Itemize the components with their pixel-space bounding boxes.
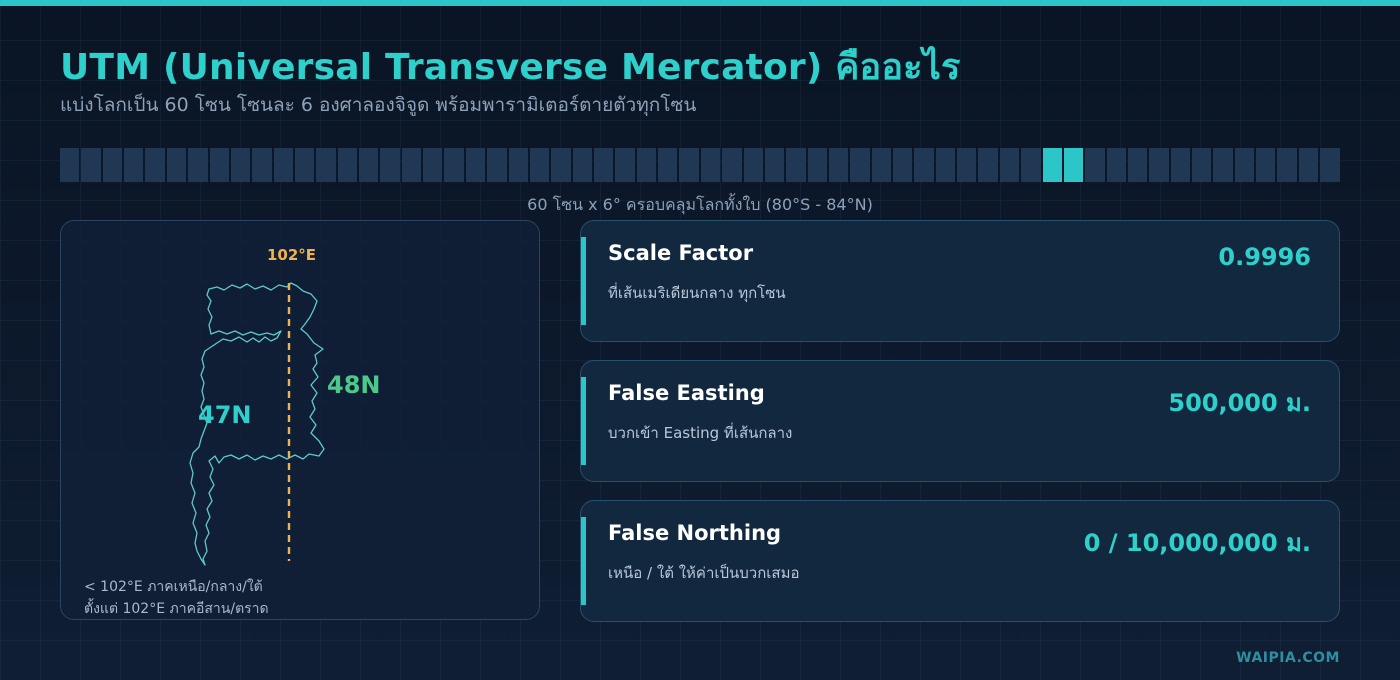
utm-zone-20 [465, 148, 486, 182]
utm-zone-4 [124, 148, 144, 182]
utm-zone-23 [529, 148, 550, 182]
legend-east: ตั้งแต่ 102°E ภาคอีสาน/ตราด [84, 601, 269, 617]
utm-zone-strip [60, 148, 1340, 182]
utm-zone-21 [487, 148, 507, 182]
page-subtitle: แบ่งโลกเป็น 60 โซน โซนละ 6 องศาลองจิจูด … [60, 94, 697, 116]
meridian-label: 102°E [267, 246, 317, 264]
thailand-map-panel: 102°E 47N 48N < 102°E ภาคเหนือ/กลาง/ใต้ … [60, 220, 540, 620]
card-value: 0.9996 [1218, 243, 1311, 271]
legend-west: < 102°E ภาคเหนือ/กลาง/ใต้ [84, 579, 263, 595]
utm-zone-32 [722, 148, 742, 182]
utm-zone-31 [700, 148, 721, 182]
utm-zone-15 [359, 148, 379, 182]
utm-zone-44 [978, 148, 998, 182]
card-title: False Northing [608, 521, 782, 545]
utm-zone-41 [914, 148, 934, 182]
card-false-easting: False Easting บวกเข้า Easting ที่เส้นกลา… [580, 360, 1340, 482]
utm-zone-3 [102, 148, 123, 182]
utm-zone-17 [401, 148, 422, 182]
utm-zone-25 [572, 148, 592, 182]
utm-zone-49 [1085, 148, 1105, 182]
utm-zone-56 [1234, 148, 1255, 182]
utm-zone-51 [1127, 148, 1148, 182]
utm-zone-36 [807, 148, 827, 182]
utm-zone-38 [850, 148, 870, 182]
utm-zone-46 [1021, 148, 1041, 182]
utm-zone-19 [444, 148, 464, 182]
utm-zone-40 [893, 148, 913, 182]
utm-zone-48 [1063, 148, 1084, 182]
card-accent [581, 237, 586, 325]
card-title: Scale Factor [608, 241, 754, 265]
utm-zone-60 [1320, 148, 1340, 182]
card-false-northing: False Northing เหนือ / ใต้ ให้ค่าเป็นบวก… [580, 500, 1340, 622]
utm-zone-37 [828, 148, 849, 182]
utm-zone-6 [166, 148, 187, 182]
brand-watermark: WAIPIA.COM [1236, 650, 1340, 666]
utm-zone-5 [145, 148, 165, 182]
utm-zone-1 [60, 148, 80, 182]
utm-zone-59 [1298, 148, 1319, 182]
utm-zone-47 [1042, 148, 1062, 182]
card-title: False Easting [608, 381, 765, 405]
utm-zone-42 [935, 148, 956, 182]
card-value: 0 / 10,000,000 ม. [1083, 529, 1311, 557]
utm-zone-18 [423, 148, 443, 182]
utm-zone-39 [871, 148, 892, 182]
utm-zone-57 [1256, 148, 1276, 182]
utm-zone-13 [316, 148, 336, 182]
card-description: บวกเข้า Easting ที่เส้นกลาง [608, 424, 793, 442]
utm-zone-2 [81, 148, 101, 182]
utm-zone-10 [252, 148, 272, 182]
zone-47n-label: 47N [198, 401, 252, 429]
card-accent [581, 377, 586, 465]
utm-zone-53 [1170, 148, 1191, 182]
utm-zone-27 [615, 148, 635, 182]
utm-zone-33 [743, 148, 763, 182]
card-description: ที่เส้นเมริเดียนกลาง ทุกโซน [608, 284, 786, 302]
utm-zone-35 [786, 148, 806, 182]
utm-zone-55 [1213, 148, 1233, 182]
utm-zone-11 [273, 148, 293, 182]
utm-zone-16 [380, 148, 400, 182]
utm-zone-45 [999, 148, 1020, 182]
utm-zone-9 [230, 148, 251, 182]
thailand-map [189, 282, 325, 566]
utm-zone-54 [1192, 148, 1212, 182]
top-accent-bar [0, 0, 1400, 6]
utm-zone-43 [957, 148, 977, 182]
card-scale-factor: Scale Factor ที่เส้นเมริเดียนกลาง ทุกโซน… [580, 220, 1340, 342]
utm-zone-28 [636, 148, 657, 182]
utm-zone-52 [1149, 148, 1169, 182]
utm-zone-29 [658, 148, 678, 182]
utm-zone-12 [294, 148, 315, 182]
utm-zone-58 [1277, 148, 1297, 182]
utm-zone-24 [551, 148, 571, 182]
card-value: 500,000 ม. [1168, 389, 1311, 417]
utm-zone-30 [679, 148, 699, 182]
zone-strip-caption: 60 โซน x 6° ครอบคลุมโลกทั้งใบ (80°S - 84… [527, 195, 873, 214]
utm-zone-50 [1106, 148, 1126, 182]
utm-zone-26 [593, 148, 614, 182]
utm-zone-34 [764, 148, 785, 182]
card-description: เหนือ / ใต้ ให้ค่าเป็นบวกเสมอ [608, 564, 800, 582]
utm-zone-7 [188, 148, 208, 182]
zone-48n-label: 48N [327, 371, 381, 399]
card-accent [581, 517, 586, 605]
utm-zone-14 [337, 148, 358, 182]
utm-zone-22 [508, 148, 528, 182]
page-title: UTM (Universal Transverse Mercator) คืออ… [60, 47, 961, 88]
utm-zone-8 [209, 148, 229, 182]
